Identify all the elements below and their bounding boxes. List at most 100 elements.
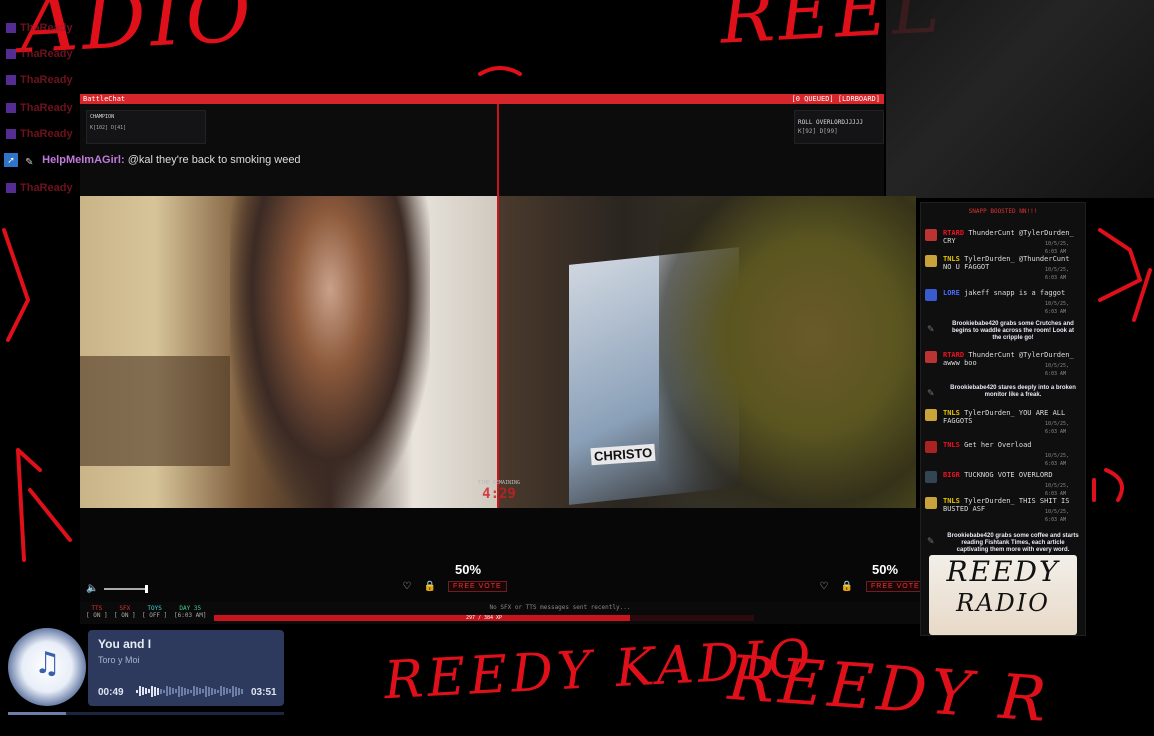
waveform-bar [142, 687, 144, 695]
chat-line: ThaReady [6, 48, 73, 60]
waveform-bar [214, 688, 216, 694]
entry-timestamp: 10/5/25, 6:03 AM [1045, 267, 1070, 281]
entry-timestamp: 10/5/25, 6:03 AM [1045, 509, 1070, 523]
waveform-bar [181, 686, 183, 696]
song-artist: Toro y Moi [98, 655, 140, 665]
toys-value: [ OFF ] [142, 612, 168, 619]
chat-line: ThaReady [6, 102, 73, 114]
waveform-bar [217, 689, 219, 693]
status-bar: TTS [ ON ] SFX [ ON ] TOYS [ OFF ] DAY 3… [80, 602, 920, 624]
right-person [659, 196, 916, 508]
heart-icon[interactable]: ♡ [817, 580, 831, 594]
user-tag: TNLS [943, 409, 960, 417]
left-vote-percent: 50% [455, 562, 482, 577]
waveform-bar [154, 686, 156, 696]
entry-text: jakeff snapp is a faggot [964, 289, 1066, 297]
user-tag: TNLS [943, 497, 960, 505]
waveform-bar [163, 689, 165, 693]
xp-bar: 297 / 384 XP [214, 615, 754, 621]
volume-slider[interactable] [104, 585, 148, 593]
entry-timestamp: 10/5/25, 6:03 AM [1045, 301, 1070, 315]
scribble-tl: ADIO [17, 0, 258, 72]
entry-timestamp: 10/5/25, 6:03 AM [1045, 453, 1070, 467]
lock-icon[interactable]: 🔒 [423, 580, 437, 594]
user-tag: LORE [943, 289, 960, 297]
user-tag: RTARD [943, 351, 965, 359]
narration-icon: ✎ [927, 325, 935, 335]
waveform-bar [229, 689, 231, 693]
timer-value: 4:29 [482, 486, 516, 502]
right-score-kd: K[92] D[99] [798, 128, 838, 135]
heart-icon[interactable]: ♡ [400, 580, 414, 594]
waveform-bar [136, 689, 138, 693]
chat-activity-sidebar: SNAPP BOOSTED NN!!! RTARD ThunderCunt @T… [920, 202, 1086, 636]
right-score-box: ROLL OVERLORDJJJJJ K[92] D[99] [794, 110, 884, 144]
scribble-bottom-right: REEDY R [725, 640, 1053, 736]
waveform-bar [166, 686, 168, 696]
user-tag: TNLS [943, 441, 960, 449]
waveform-bar [211, 687, 213, 695]
waveform-bar [235, 686, 237, 696]
right-free-vote-button[interactable]: FREE VOTE [866, 581, 925, 592]
narration-1: Brookiebabe420 grabs some Crutches and b… [951, 321, 1075, 341]
battlechat-topbar: BattleChat [0 QUEUED] [LDRBOARD] [80, 94, 884, 104]
toys-toggle[interactable]: TOYS [ OFF ] [142, 605, 167, 619]
chat-line: ThaReady [6, 74, 73, 86]
entry-timestamp: 10/5/25, 6:03 AM [1045, 483, 1070, 497]
user-avatar [925, 255, 937, 267]
webcam-overlay [886, 0, 1154, 198]
chat-message: ➚ ✎ HelpMeImAGirl: @kal they're back to … [4, 150, 484, 170]
user-avatar [925, 229, 937, 241]
left-free-vote-button[interactable]: FREE VOTE [448, 581, 507, 592]
day-label: DAY 35 [179, 605, 202, 612]
user-avatar [925, 497, 937, 509]
sfx-label: SFX [119, 605, 131, 612]
entry-timestamp: 10/5/25, 6:03 AM [1045, 241, 1070, 255]
waveform-bar [187, 688, 189, 694]
user-tag: RTARD [943, 229, 965, 237]
left-score-box: CHAMPION K[102] D[41] [86, 110, 206, 144]
left-score-title: CHAMPION [90, 114, 115, 120]
user-avatar [925, 351, 937, 363]
volume-thumb[interactable] [145, 585, 148, 593]
chat-username: HelpMeImAGirl: [42, 154, 125, 166]
left-headboard [80, 356, 230, 466]
narration-3: Brookiebabe420 grabs some coffee and sta… [947, 533, 1079, 553]
waveform-bar [232, 685, 234, 697]
tts-label: TTS [91, 605, 103, 612]
tts-toggle[interactable]: TTS [ ON ] [86, 605, 108, 619]
chat-line: ThaReady [6, 128, 73, 140]
waveform-bar [190, 689, 192, 693]
chat-text: @kal they're back to smoking weed [127, 154, 301, 166]
song-progress-track[interactable] [8, 712, 284, 715]
narration-icon: ✎ [927, 537, 935, 547]
user-avatar [925, 289, 937, 301]
sfx-value: [ ON ] [114, 612, 136, 619]
now-playing-widget: You and I Toro y Moi 00:49 03:51 [88, 630, 284, 706]
twitch-icon: ➚ [4, 153, 18, 168]
right-video-feed: CHRISTO [499, 196, 916, 508]
left-person [230, 196, 430, 508]
waveform [136, 685, 246, 697]
song-progress-fill [8, 712, 66, 715]
logo-line-2: RADIO [956, 589, 1050, 617]
waveform-bar [238, 687, 240, 695]
speaker-icon[interactable]: 🔈 [86, 583, 98, 594]
sfx-toggle[interactable]: SFX [ ON ] [114, 605, 136, 619]
waveform-bar [178, 685, 180, 697]
song-duration: 03:51 [251, 687, 277, 698]
sfx-message: No SFX or TTS messages sent recently... [489, 604, 631, 611]
entry-timestamp: 10/5/25, 6:03 AM [1045, 421, 1070, 435]
reedy-radio-logo: REEDY RADIO [929, 555, 1077, 635]
waveform-bar [220, 686, 222, 696]
toys-label: TOYS [147, 605, 162, 612]
user-avatar [925, 441, 937, 453]
narration-icon: ✎ [927, 389, 935, 399]
waveform-bar [226, 688, 228, 694]
topbar-status[interactable]: [0 QUEUED] [LDRBOARD] [791, 95, 880, 103]
sidebar-header: SNAPP BOOSTED NN!!! [968, 208, 1038, 215]
narration-2: Brookiebabe420 stares deeply into a brok… [950, 385, 1076, 398]
lock-icon[interactable]: 🔒 [840, 580, 854, 594]
entry-text: TUCKNOG VOTE OVERLORD [964, 471, 1053, 479]
waveform-bar [148, 689, 150, 693]
